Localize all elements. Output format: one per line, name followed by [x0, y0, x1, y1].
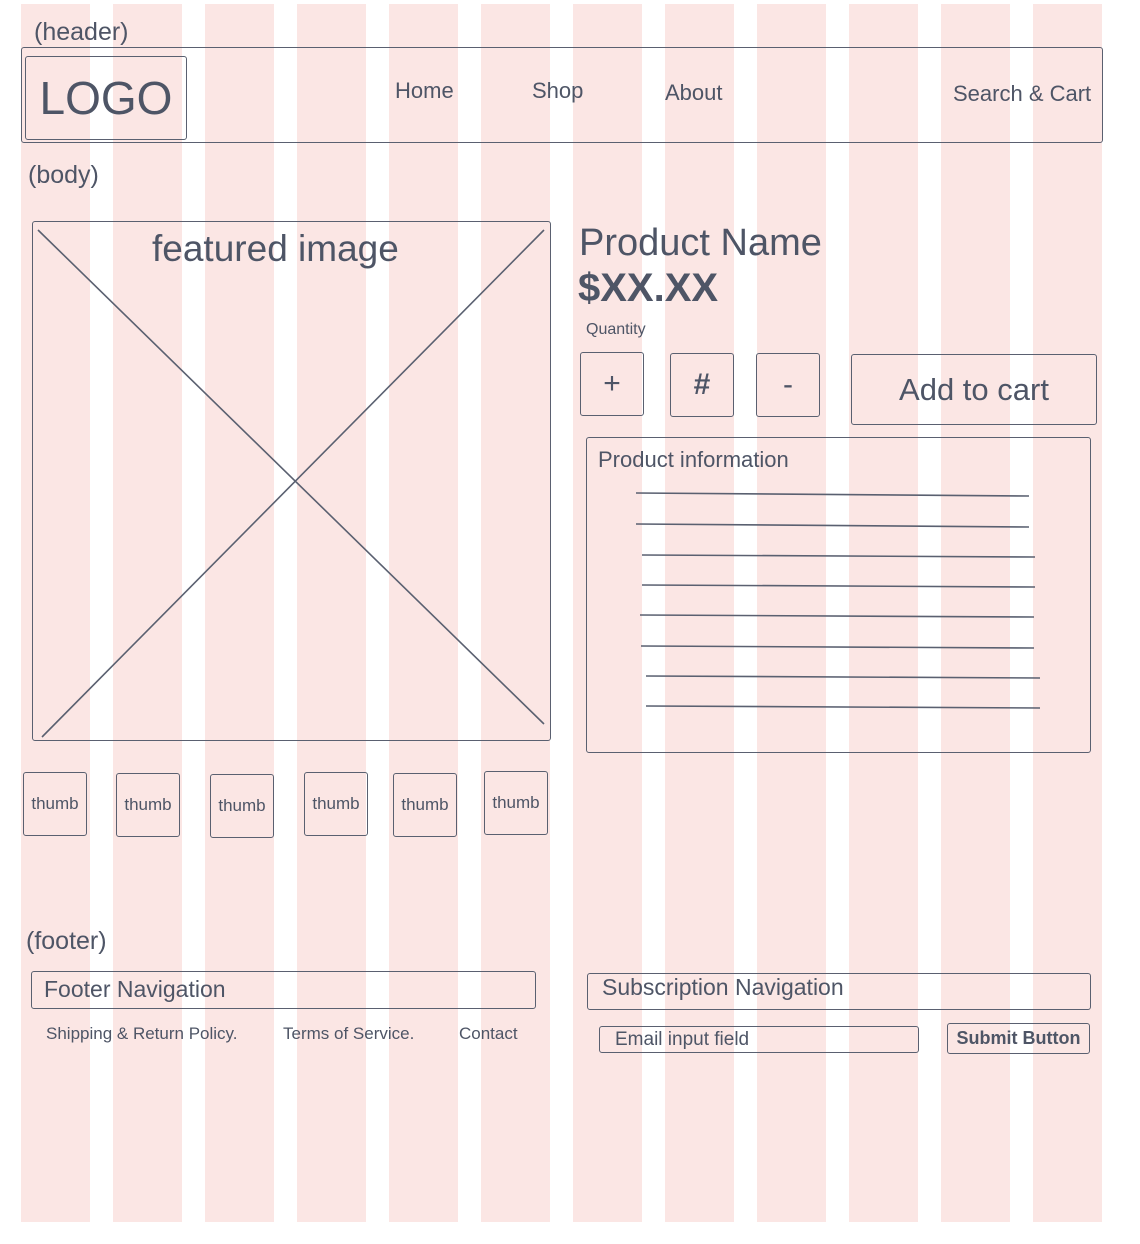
- footer-section-label: (footer): [26, 927, 107, 955]
- nav-home[interactable]: Home: [395, 78, 454, 104]
- product-price: $XX.XX: [578, 266, 719, 310]
- email-input-placeholder: Email input field: [615, 1028, 750, 1050]
- email-input-field[interactable]: Email input field: [599, 1026, 919, 1053]
- quantity-label: Quantity: [586, 321, 646, 338]
- submit-button-label: Submit Button: [956, 1028, 1081, 1048]
- featured-image-label: featured image: [152, 228, 399, 269]
- footer-link-contact[interactable]: Contact: [459, 1024, 518, 1044]
- body-section-label: (body): [28, 161, 99, 189]
- header-section-label: (header): [34, 18, 129, 46]
- search-cart-link[interactable]: Search & Cart: [953, 81, 1091, 107]
- product-name: Product Name: [579, 222, 822, 264]
- product-information-title: Product information: [598, 447, 789, 472]
- footer-link-terms[interactable]: Terms of Service.: [283, 1024, 414, 1044]
- nav-shop[interactable]: Shop: [532, 78, 583, 104]
- subscription-navigation-title: Subscription Navigation: [602, 974, 844, 1000]
- submit-button[interactable]: Submit Button: [947, 1023, 1090, 1054]
- footer-navigation-title: Footer Navigation: [44, 976, 226, 1002]
- footer-link-shipping[interactable]: Shipping & Return Policy.: [46, 1024, 238, 1044]
- nav-about[interactable]: About: [665, 80, 723, 106]
- product-information-text-lines: [635, 492, 1041, 709]
